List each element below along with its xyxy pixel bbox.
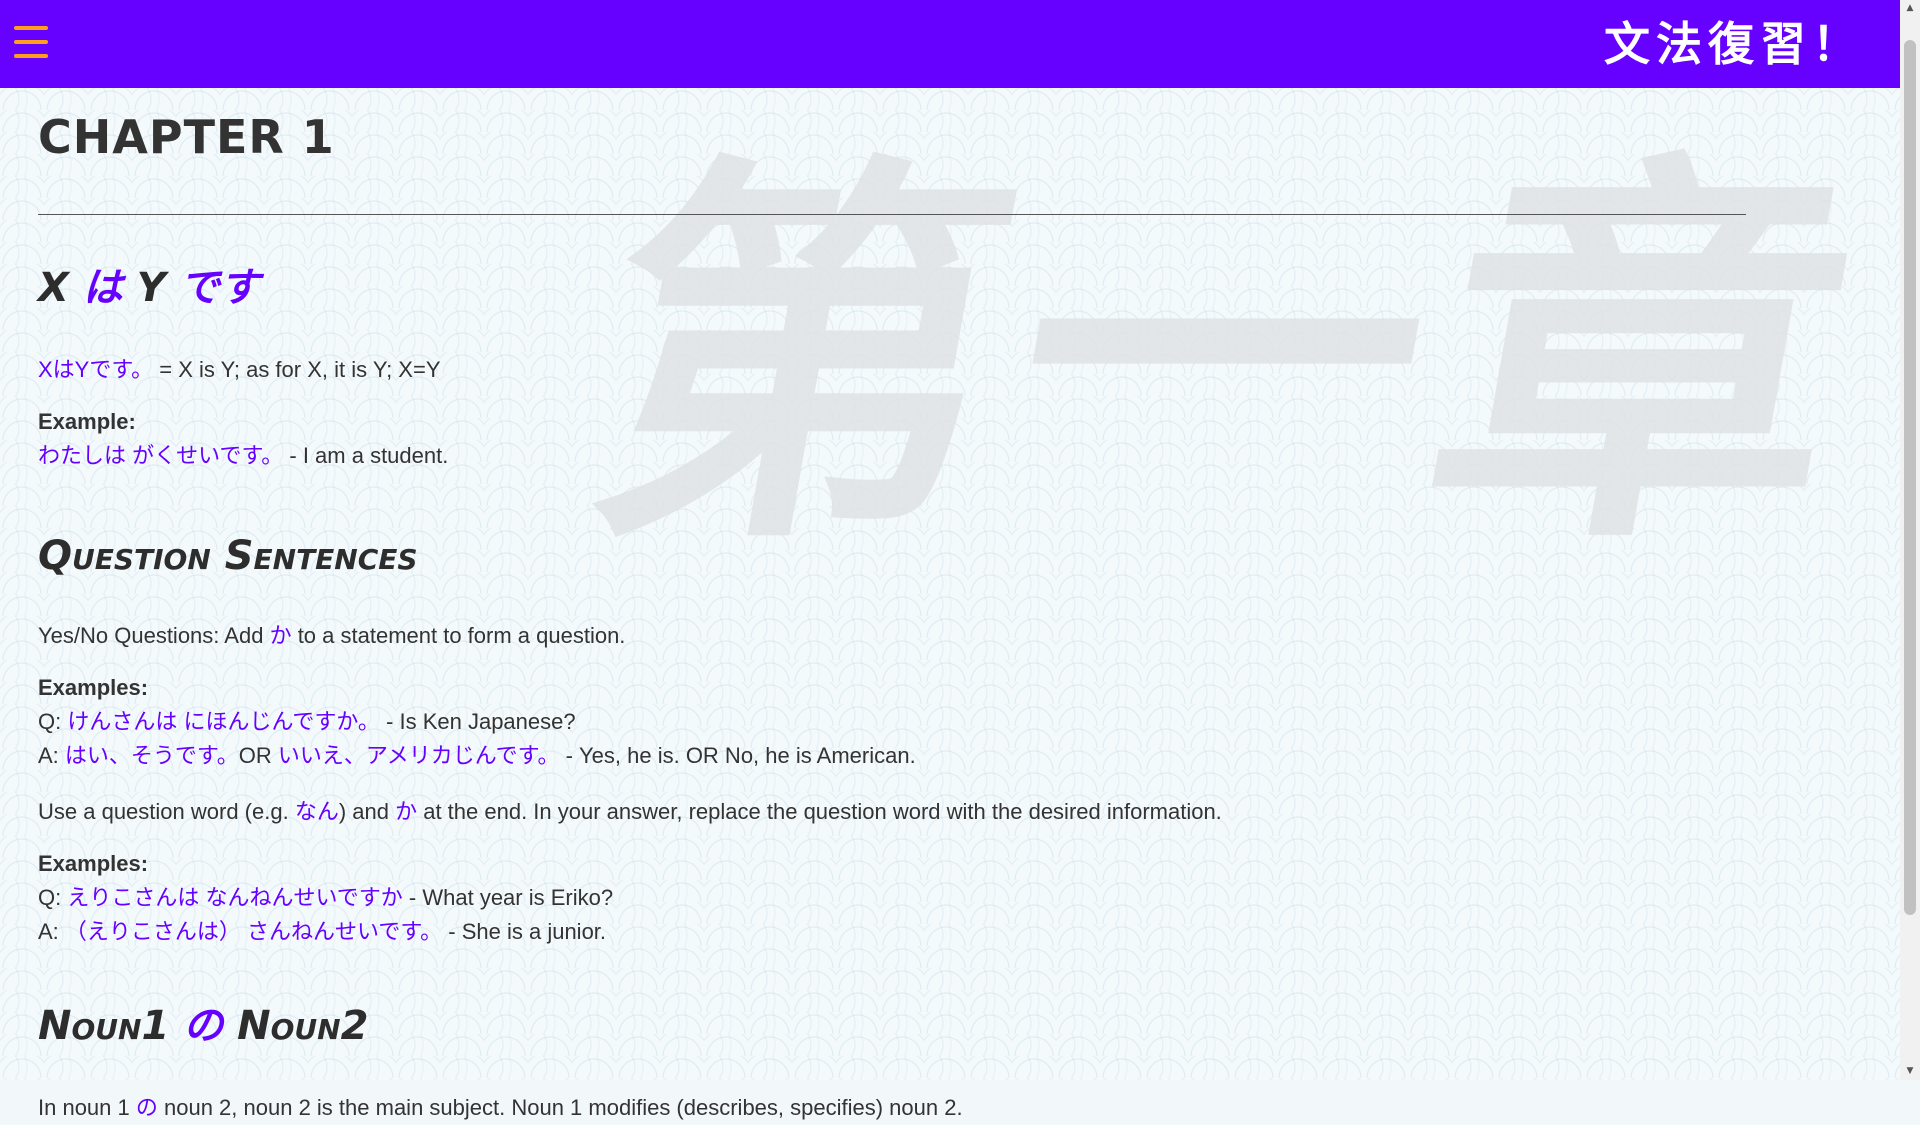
answer-example: A: はい、そうです。OR いいえ、アメリカじんです。 - Yes, he is… (38, 743, 916, 768)
section-heading-noun-no-noun: Noun1 の Noun2 (38, 1003, 369, 1049)
hamburger-icon[interactable] (14, 22, 48, 62)
scroll-up-icon[interactable]: ▲ (1900, 0, 1920, 17)
example-sentence: わたしは がくせいです。 - I am a student. (38, 443, 449, 468)
examples-label-2: Examples: (38, 851, 149, 876)
example-label: Example: (38, 409, 136, 434)
answer-example-2: A: （えりこさんは） さんねんせいです。 - She is a junior. (38, 919, 607, 944)
scroll-down-icon[interactable]: ▼ (1900, 1063, 1920, 1080)
scrollbar-thumb[interactable] (1904, 40, 1916, 915)
main-content: CHAPTER 1 X は Y です XはYです。 = X is Y; as f… (38, 100, 1758, 1125)
section-heading-question-sentences: Question Sentences (38, 533, 418, 579)
divider (38, 214, 1746, 215)
top-navbar: 文法復習！ (0, 0, 1900, 88)
chapter-title: CHAPTER 1 (38, 110, 335, 164)
vertical-scrollbar[interactable]: ▲ ▼ (1900, 0, 1920, 1080)
question-example: Q: けんさんは にほんじんですか。 - Is Ken Japanese? (38, 709, 576, 734)
definition-line: XはYです。 = X is Y; as for X, it is Y; X=Y (38, 357, 441, 382)
site-title[interactable]: 文法復習！ (1604, 14, 1864, 74)
examples-label: Examples: (38, 675, 149, 700)
question-word-explanation: Use a question word (e.g. なん) and か at t… (38, 799, 1222, 824)
section-heading-x-wa-y-desu: X は Y です (38, 265, 260, 311)
question-example-2: Q: えりこさんは なんねんせいですか - What year is Eriko… (38, 885, 614, 910)
noun-no-description: In noun 1 の noun 2, noun 2 is the main s… (38, 1095, 963, 1120)
yes-no-intro: Yes/No Questions: Add か to a statement t… (38, 623, 626, 648)
